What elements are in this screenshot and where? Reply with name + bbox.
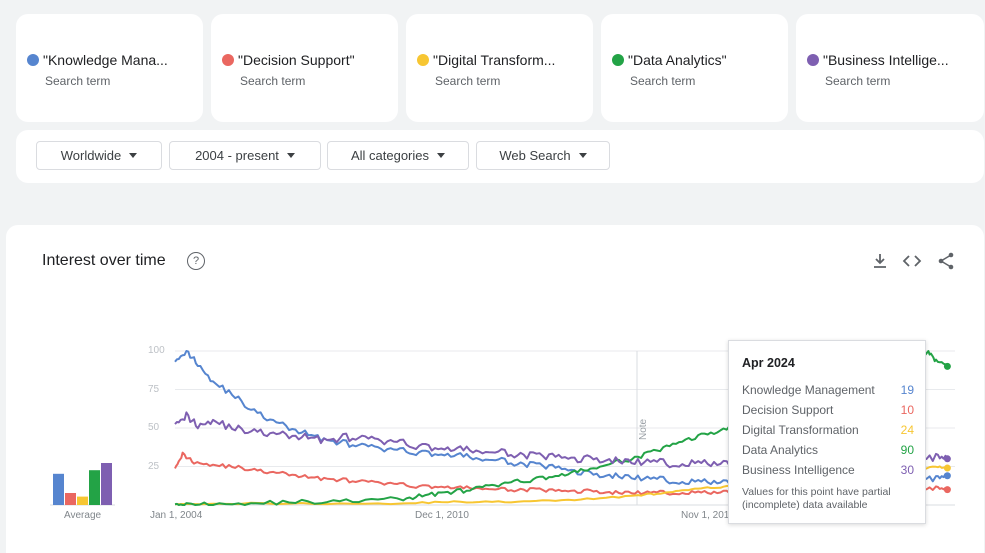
tooltip-row: Business Intelligence 30 [742,463,914,477]
y-tick-label: 100 [148,345,165,356]
hover-tooltip: Apr 2024 Knowledge Management 19 Decision… [728,340,926,524]
average-bar [77,496,88,505]
tooltip-row: Decision Support 10 [742,403,914,417]
average-bar [89,470,100,505]
tooltip-row: Knowledge Management 19 [742,383,914,397]
tooltip-partial-note: Values for this point have partial (inco… [742,486,891,511]
series-end-point [943,472,951,480]
average-bar [101,463,112,505]
y-tick-label: 75 [148,383,160,395]
tooltip-row: Digital Transformation 24 [742,423,914,437]
tooltip-row: Data Analytics 90 [742,443,914,457]
x-tick-label: Nov 1, 201 [681,510,730,521]
series-end-point [943,464,951,472]
series-end-point [943,362,951,370]
tooltip-date: Apr 2024 [742,356,795,370]
x-tick-label: Jan 1, 2004 [150,510,203,521]
y-tick-label: 50 [148,422,160,433]
series-end-point [943,486,951,494]
note-label: Note [638,418,649,440]
x-tick-label: Dec 1, 2010 [415,510,469,521]
average-bar [65,493,76,505]
average-bar [53,473,64,505]
average-label: Average [64,510,102,521]
series-end-point [943,455,951,463]
y-tick-label: 25 [148,460,160,472]
